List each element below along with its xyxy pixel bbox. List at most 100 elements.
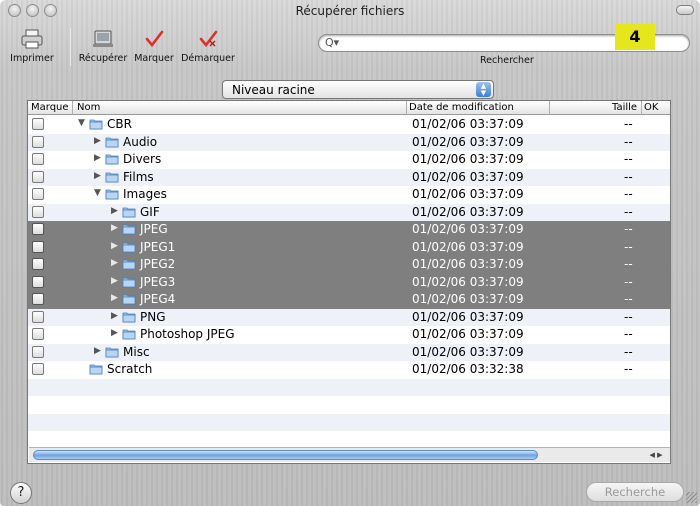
file-size: -- xyxy=(624,274,633,289)
checkmark-icon xyxy=(145,30,164,48)
toolbar-toggle-button[interactable] xyxy=(676,5,694,15)
file-size: -- xyxy=(624,222,633,236)
mark-checkbox[interactable] xyxy=(32,345,44,358)
mark-checkbox[interactable] xyxy=(32,328,44,340)
mark-button[interactable]: Marquer xyxy=(130,28,178,64)
mark-checkbox[interactable] xyxy=(32,188,44,200)
file-size: -- xyxy=(624,134,633,149)
disclosure-closed-icon[interactable]: ▶ xyxy=(111,311,118,321)
disclosure-closed-icon[interactable]: ▶ xyxy=(94,136,101,146)
table-row[interactable]: ▶ GIF 01/02/06 03:37:09 -- xyxy=(28,203,670,221)
disclosure-open-icon[interactable]: ▼ xyxy=(78,118,85,128)
folder-icon xyxy=(122,328,136,340)
table-row[interactable]: ▶ JPEG2 01/02/06 03:37:09 -- xyxy=(28,256,670,274)
table-row[interactable]: ▶ JPEG 01/02/06 03:37:09 -- xyxy=(28,221,670,239)
file-size: -- xyxy=(624,169,633,184)
column-divider[interactable] xyxy=(406,101,407,115)
mark-checkbox[interactable] xyxy=(32,363,44,375)
disclosure-closed-icon[interactable]: ▶ xyxy=(111,223,118,233)
modified-date: 01/02/06 03:37:09 xyxy=(412,309,524,324)
mark-checkbox[interactable] xyxy=(32,170,44,183)
printer-icon xyxy=(21,29,43,49)
folder-icon xyxy=(122,293,136,305)
resize-grip-icon[interactable] xyxy=(686,492,697,503)
table-row[interactable]: ▶ Films 01/02/06 03:37:09 -- xyxy=(28,168,670,186)
empty-row xyxy=(28,413,670,431)
table-row[interactable]: ▼ Images 01/02/06 03:37:09 -- xyxy=(28,186,670,204)
modified-date: 01/02/06 03:37:09 xyxy=(412,169,524,184)
unmark-button[interactable]: Démarquer xyxy=(180,28,236,64)
file-name: Scratch xyxy=(107,362,153,376)
table-row[interactable]: ▶ Photoshop JPEG 01/02/06 03:37:09 -- xyxy=(28,326,670,344)
mark-checkbox[interactable] xyxy=(32,205,44,218)
location-popup[interactable]: Niveau racine ▲ ▼ xyxy=(222,80,494,99)
column-divider[interactable] xyxy=(72,101,73,115)
folder-icon xyxy=(105,346,119,358)
scroll-arrows-icon[interactable]: ◀ ▶ xyxy=(645,449,667,461)
folder-icon xyxy=(89,118,103,130)
file-size: -- xyxy=(624,117,633,131)
recover-files-window: Récupérer fichiers Imprimer Récupérer Ma… xyxy=(0,0,700,506)
mark-checkbox[interactable] xyxy=(32,153,44,165)
table-row[interactable]: Scratch 01/02/06 03:32:38 -- xyxy=(28,361,670,379)
disclosure-closed-icon[interactable]: ▶ xyxy=(111,293,118,303)
disclosure-closed-icon[interactable]: ▶ xyxy=(111,206,118,216)
mark-checkbox[interactable] xyxy=(32,275,44,288)
empty-row xyxy=(28,396,670,414)
unmark-label: Démarquer xyxy=(181,53,235,64)
file-name: JPEG1 xyxy=(140,239,176,254)
search-input[interactable] xyxy=(345,36,645,50)
folder-icon xyxy=(122,241,136,253)
column-divider[interactable] xyxy=(549,101,550,115)
modified-date: 01/02/06 03:37:09 xyxy=(412,257,524,271)
mark-checkbox[interactable] xyxy=(32,310,44,323)
column-divider[interactable] xyxy=(641,101,642,115)
mark-checkbox[interactable] xyxy=(32,118,44,130)
mark-checkbox[interactable] xyxy=(32,223,44,235)
modified-date: 01/02/06 03:37:09 xyxy=(412,344,524,359)
disk-drive-icon xyxy=(93,30,113,47)
folder-icon xyxy=(105,188,119,200)
mark-checkbox[interactable] xyxy=(32,135,44,148)
disclosure-open-icon[interactable]: ▼ xyxy=(94,188,101,198)
search-button[interactable]: Recherche xyxy=(586,482,684,502)
modified-date: 01/02/06 03:37:09 xyxy=(412,327,524,341)
modified-date: 01/02/06 03:37:09 xyxy=(412,222,524,236)
table-row[interactable]: ▶ Divers 01/02/06 03:37:09 -- xyxy=(28,151,670,169)
file-name: CBR xyxy=(107,117,132,131)
mark-checkbox[interactable] xyxy=(32,258,44,270)
disclosure-closed-icon[interactable]: ▶ xyxy=(111,276,118,286)
disclosure-closed-icon[interactable]: ▶ xyxy=(111,328,118,338)
file-name: JPEG3 xyxy=(140,274,176,289)
disclosure-closed-icon[interactable]: ▶ xyxy=(94,171,101,181)
mark-checkbox[interactable] xyxy=(32,240,44,253)
column-header-date[interactable]: Date de modification xyxy=(409,102,514,115)
table-row[interactable]: ▶ Misc 01/02/06 03:37:09 -- xyxy=(28,343,670,361)
column-header-ok[interactable]: OK xyxy=(644,102,658,115)
table-row[interactable]: ▼ CBR 01/02/06 03:37:09 -- xyxy=(28,116,670,134)
disclosure-closed-icon[interactable]: ▶ xyxy=(94,153,101,163)
location-popup-value: Niveau racine xyxy=(232,83,315,97)
disclosure-closed-icon[interactable]: ▶ xyxy=(111,241,118,251)
print-button[interactable]: Imprimer xyxy=(4,28,60,64)
help-button[interactable]: ? xyxy=(10,482,32,504)
file-name: JPEG2 xyxy=(140,257,176,271)
table-row[interactable]: ▶ JPEG1 01/02/06 03:37:09 -- xyxy=(28,238,670,256)
horizontal-scrollbar[interactable]: ◀ ▶ xyxy=(29,447,670,462)
disclosure-closed-icon[interactable]: ▶ xyxy=(94,346,101,356)
column-header-mark[interactable]: Marque xyxy=(31,102,69,115)
table-row[interactable]: ▶ Audio 01/02/06 03:37:09 -- xyxy=(28,133,670,151)
title-bar: Récupérer fichiers xyxy=(0,0,700,22)
recover-button[interactable]: Récupérer xyxy=(78,28,128,64)
disclosure-closed-icon[interactable]: ▶ xyxy=(111,258,118,268)
folder-icon xyxy=(105,153,119,165)
column-header-name[interactable]: Nom xyxy=(77,102,100,115)
scrollbar-thumb[interactable] xyxy=(33,450,538,460)
column-header-size[interactable]: Taille xyxy=(612,102,637,115)
file-size: -- xyxy=(624,344,633,359)
table-row[interactable]: ▶ PNG 01/02/06 03:37:09 -- xyxy=(28,308,670,326)
table-row[interactable]: ▶ JPEG3 01/02/06 03:37:09 -- xyxy=(28,273,670,291)
table-row[interactable]: ▶ JPEG4 01/02/06 03:37:09 -- xyxy=(28,291,670,309)
mark-checkbox[interactable] xyxy=(32,293,44,305)
mark-label: Marquer xyxy=(134,53,174,64)
